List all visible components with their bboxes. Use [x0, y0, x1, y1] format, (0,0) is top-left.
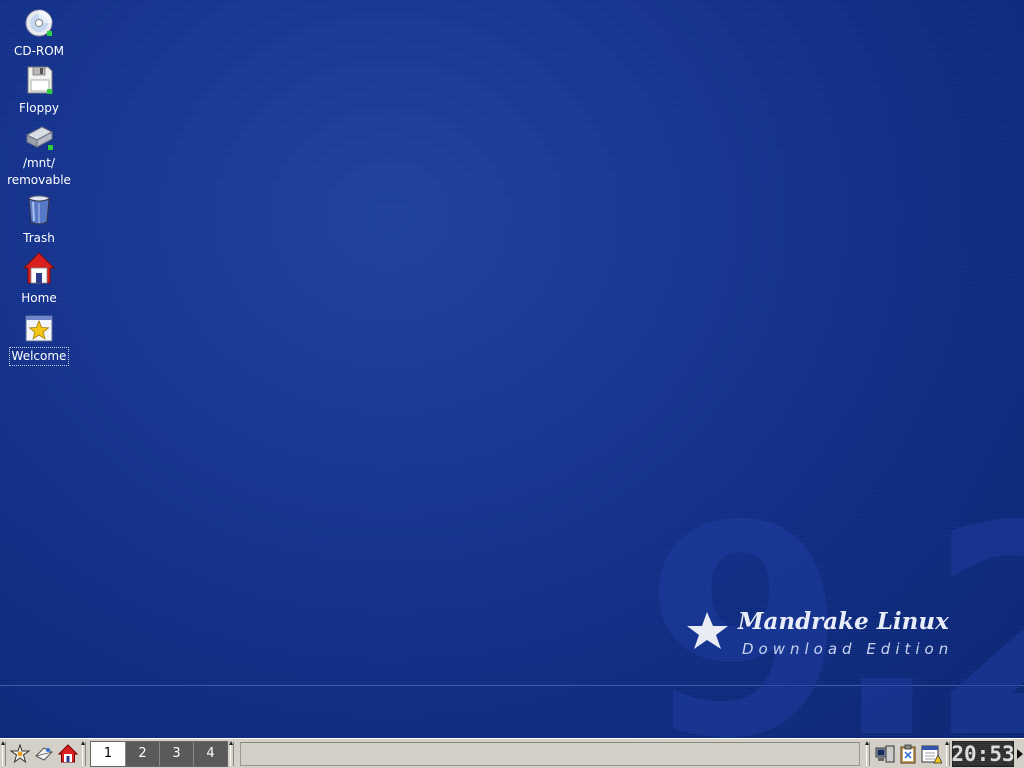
desktop-pager: 1 2 3 4	[90, 740, 228, 767]
mail-launcher[interactable]	[32, 742, 56, 766]
desktop-icon-label: CD-ROM	[13, 44, 65, 58]
desktop-icon-welcome[interactable]: Welcome	[2, 313, 76, 366]
desktop-icon-label: Welcome	[8, 347, 70, 366]
desktop-icon-label: /mnt/ removable	[6, 155, 72, 189]
brand-edition: Download Edition	[742, 640, 954, 658]
brand-name: Mandrake Linux	[738, 608, 949, 635]
desktop[interactable]: CD-ROM Floppy /mnt/ removable Trash Home…	[0, 0, 1024, 738]
desktop-icon-label: Trash	[23, 231, 55, 245]
chevron-right-icon	[1017, 748, 1023, 759]
desktop-icon-label: Floppy	[19, 101, 59, 115]
welcome-star-icon	[25, 315, 53, 342]
desktop-icon-trash[interactable]: Trash	[2, 193, 76, 247]
taskbar: 1 2 3 4 20:53	[0, 738, 1024, 768]
desktop-icon-removable[interactable]: /mnt/ removable	[2, 121, 76, 189]
trash-icon	[28, 195, 50, 225]
panel-hide-arrow[interactable]	[1016, 742, 1024, 766]
pager-desktop-4[interactable]: 4	[193, 741, 227, 766]
panel-handle[interactable]	[865, 740, 870, 766]
klipper-icon[interactable]	[898, 743, 918, 765]
desktop-icon-label-line1: /mnt/	[22, 156, 56, 170]
desktop-icon-label-line2: removable	[7, 173, 71, 187]
panel-handle[interactable]	[229, 740, 234, 766]
mandrake-branding: 9.2 Mandrake Linux Download Edition	[644, 478, 1024, 738]
mail-icon	[35, 746, 53, 761]
home-icon	[58, 743, 78, 762]
desktop-icon-label: Home	[21, 291, 57, 305]
network-monitor-icon[interactable]	[874, 743, 896, 765]
removable-drive-icon	[25, 126, 54, 150]
panel-handle[interactable]	[945, 740, 950, 766]
desktop-icon-home[interactable]: Home	[2, 251, 76, 307]
desktop-icon-floppy[interactable]: Floppy	[2, 63, 76, 117]
panel-handle[interactable]	[81, 740, 86, 766]
panel-clock[interactable]: 20:53	[951, 740, 1015, 767]
floppy-icon	[27, 66, 53, 94]
cdrom-icon	[25, 9, 53, 37]
home-icon	[22, 252, 56, 284]
system-tray	[872, 742, 944, 766]
desktop-icon-cdrom[interactable]: CD-ROM	[2, 6, 76, 60]
panel-handle[interactable]	[1, 740, 6, 766]
taskbar-window-list[interactable]	[240, 741, 860, 766]
kmenu-button[interactable]	[8, 742, 32, 766]
home-launcher[interactable]	[56, 742, 80, 766]
kmenu-star-icon	[10, 743, 30, 763]
pager-desktop-1[interactable]: 1	[91, 741, 125, 766]
pager-desktop-3[interactable]: 3	[159, 741, 193, 766]
pager-desktop-2[interactable]: 2	[125, 741, 159, 766]
calendar-icon[interactable]	[920, 743, 942, 765]
